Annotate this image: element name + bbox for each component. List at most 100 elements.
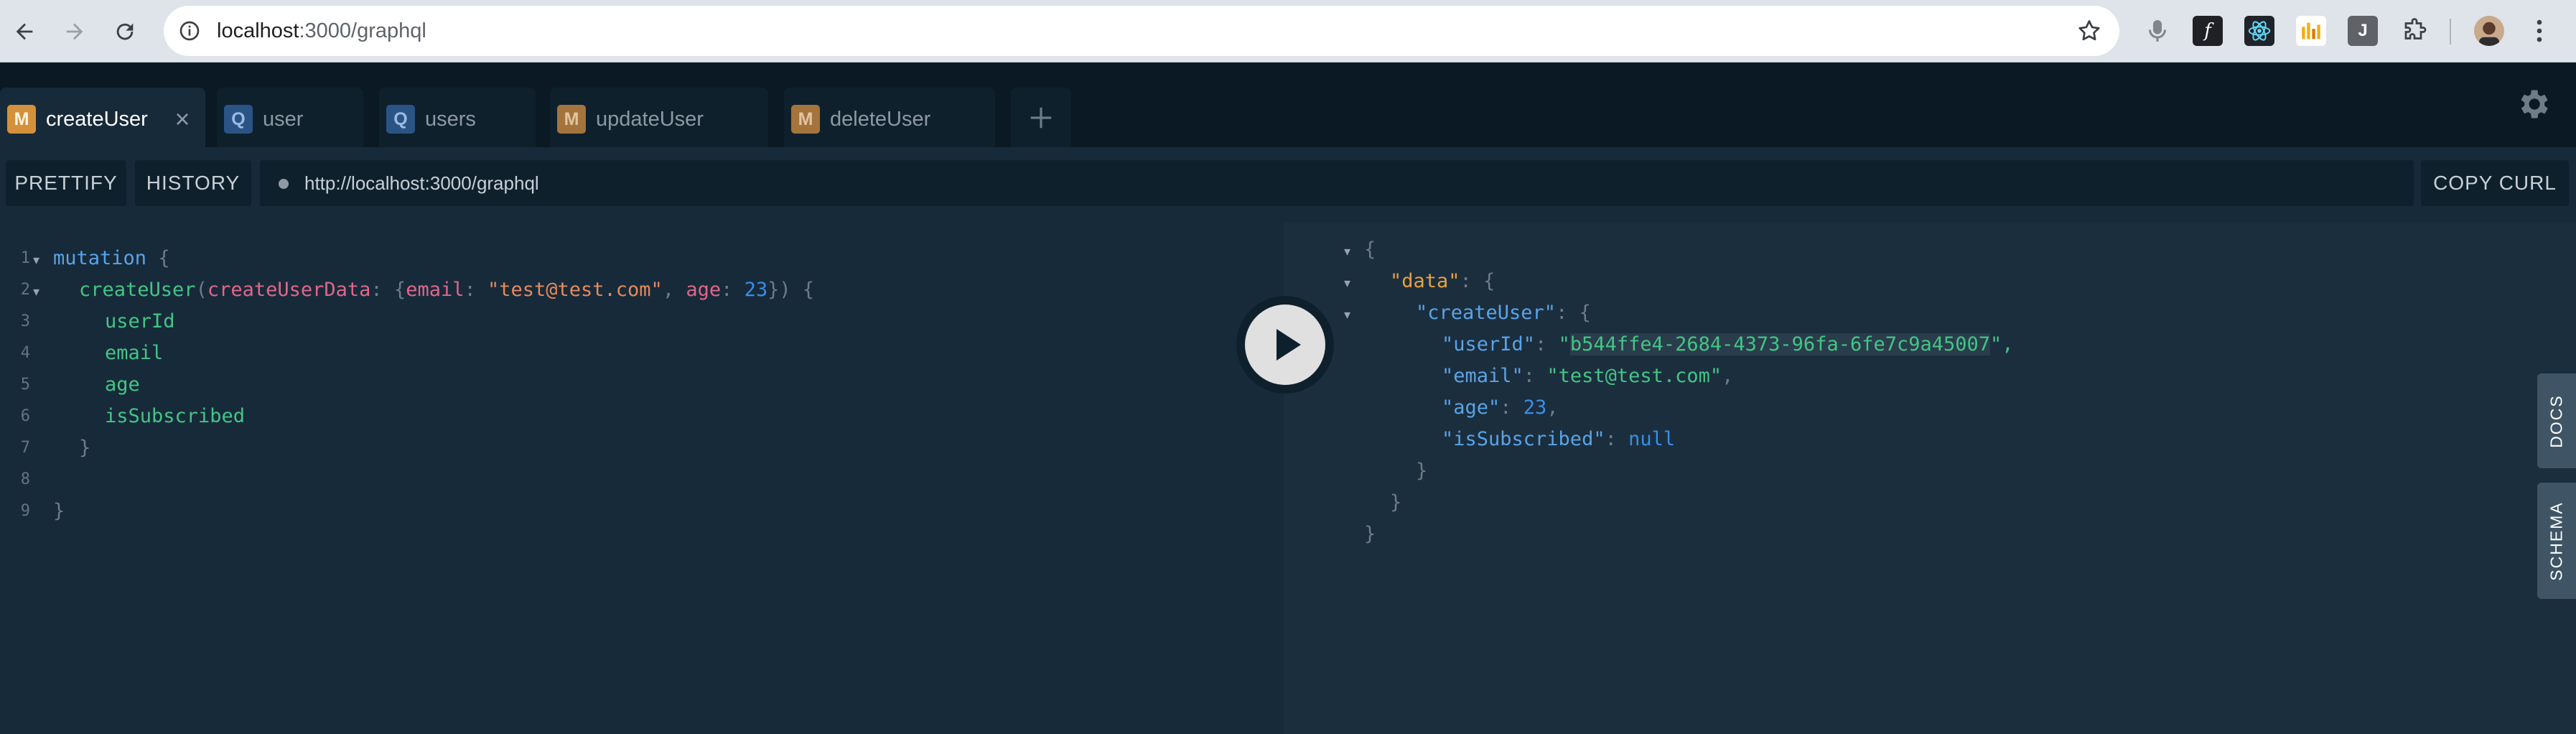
connection-status-dot	[279, 179, 289, 189]
schema-tab[interactable]: SCHEMA	[2537, 483, 2576, 599]
json-key-email: "email"	[1442, 365, 1523, 387]
json-value-userId: b544ffe4-2684-4373-96fa-6fe7c9a45007	[1569, 333, 1991, 356]
history-button[interactable]: HISTORY	[135, 160, 251, 206]
tab-updateUser[interactable]: M updateUser	[550, 88, 768, 147]
json-line-userId: "userId": "b544ffe4-2684-4373-96fa-6fe7c…	[1442, 329, 2014, 361]
toolbar-divider	[2450, 19, 2451, 45]
json-value-email: "test@test.com"	[1546, 365, 1722, 387]
prettify-button[interactable]: PRETTIFY	[6, 160, 126, 206]
result-viewer[interactable]: ▾ ▾ ▾ { "data": { "createUser": { "userI…	[1284, 223, 2576, 734]
tab-label: deleteUser	[830, 108, 931, 131]
tab-label: users	[425, 108, 476, 131]
close-icon[interactable]: ×	[168, 105, 197, 134]
json-key-data: "data"	[1390, 270, 1460, 292]
tab-users[interactable]: Q users	[379, 88, 536, 147]
query-editor[interactable]: 1 2 3 4 5 6 7 8 9 ▾ ▾ mutation { createU…	[0, 223, 1284, 734]
menu-icon[interactable]	[2524, 16, 2554, 46]
code-line-2: createUser(createUserData: {email: "test…	[79, 274, 814, 306]
json-quote: ",	[1990, 333, 2014, 356]
tab-label: createUser	[46, 108, 148, 131]
json-quote: "	[1558, 333, 1570, 356]
plus-icon	[1030, 107, 1052, 128]
json-key-age: "age"	[1442, 396, 1501, 419]
mutation-badge: M	[7, 105, 36, 134]
play-icon	[1277, 329, 1301, 361]
line-number: 6	[20, 407, 30, 425]
site-info-icon[interactable]	[178, 19, 201, 42]
microphone-icon[interactable]	[2142, 16, 2173, 46]
url-host: localhost	[217, 19, 299, 42]
punctuation: : {	[370, 279, 406, 301]
punctuation: ,	[662, 279, 686, 301]
punctuation: : {	[1556, 302, 1591, 324]
settings-gear-icon[interactable]	[2514, 85, 2552, 123]
execute-button-face[interactable]	[1245, 305, 1325, 385]
schema-tab-label: SCHEMA	[2547, 501, 2566, 581]
tab-deleteUser[interactable]: M deleteUser	[784, 88, 995, 147]
punctuation: : {	[1460, 270, 1495, 292]
browser-toolbar: localhost:3000/graphql f J	[0, 0, 2576, 62]
forward-arrow-icon	[66, 23, 83, 40]
punctuation: :	[1605, 428, 1629, 450]
reload-icon	[116, 23, 134, 40]
json-line-createUser: "createUser": {	[1416, 297, 1591, 329]
docs-tab[interactable]: DOCS	[2537, 373, 2576, 468]
graphql-playground: M createUser × Q user Q users M updateUs…	[0, 62, 2576, 734]
punctuation: ,	[1546, 396, 1559, 419]
punctuation: ,	[1722, 365, 1734, 387]
tab-createUser[interactable]: M createUser ×	[0, 88, 205, 147]
json-line-email: "email": "test@test.com",	[1442, 361, 1733, 392]
line-number: 1	[20, 249, 30, 267]
mutation-badge: M	[557, 105, 586, 134]
execute-query-button[interactable]	[1236, 296, 1334, 394]
line-number: 3	[20, 312, 30, 330]
json-value-isSubscribed: null	[1628, 428, 1676, 450]
mutation-name: createUser	[79, 279, 196, 301]
url-text[interactable]: localhost:3000/graphql	[217, 6, 426, 56]
tab-label: user	[263, 108, 304, 131]
forward-button[interactable]	[56, 13, 93, 50]
fold-arrow-icon[interactable]: ▾	[33, 276, 39, 307]
json-open-brace: {	[1364, 238, 1376, 261]
punctuation: :	[464, 279, 487, 301]
json-key-createUser: "createUser"	[1416, 302, 1557, 324]
profile-avatar[interactable]	[2474, 16, 2504, 46]
closing-brace: }	[53, 500, 65, 522]
line-number: 5	[20, 376, 30, 394]
tab-user[interactable]: Q user	[217, 88, 363, 147]
endpoint-input[interactable]: http://localhost:3000/graphql	[260, 160, 2414, 206]
function-extension-icon[interactable]: f	[2193, 16, 2223, 46]
puzzle-icon[interactable]	[2399, 16, 2430, 46]
line-number: 4	[20, 344, 30, 362]
tab-label: updateUser	[596, 108, 704, 131]
line-number: 7	[20, 439, 30, 457]
chart-extension-icon[interactable]	[2296, 16, 2326, 46]
url-path: :3000/graphql	[299, 19, 426, 42]
fold-arrow-icon[interactable]: ▾	[1344, 299, 1350, 330]
react-devtools-icon[interactable]	[2244, 16, 2274, 46]
back-arrow-icon	[16, 23, 33, 40]
punctuation: (	[195, 279, 207, 301]
code-line-1: mutation {	[53, 243, 170, 274]
endpoint-url: http://localhost:3000/graphql	[304, 172, 539, 194]
punctuation: :	[1500, 396, 1523, 419]
copy-curl-button[interactable]: COPY CURL	[2421, 160, 2569, 206]
fold-arrow-icon[interactable]: ▾	[1344, 267, 1350, 299]
field-userId: userId	[105, 310, 175, 333]
bookmark-star-icon[interactable]	[2076, 18, 2102, 44]
json-key-isSubscribed: "isSubscribed"	[1442, 428, 1605, 450]
field-age: age	[105, 373, 140, 396]
back-button[interactable]	[6, 13, 43, 50]
json-close-brace: }	[1416, 460, 1428, 482]
punctuation: :	[1523, 365, 1547, 387]
json-close-brace: }	[1390, 491, 1402, 514]
fold-arrow-icon[interactable]: ▾	[1344, 236, 1350, 267]
fold-arrow-icon[interactable]: ▾	[33, 244, 39, 276]
address-bar[interactable]: localhost:3000/graphql	[164, 6, 2119, 56]
j-extension-icon[interactable]: J	[2348, 16, 2378, 46]
reload-button[interactable]	[106, 13, 144, 50]
punctuation: :	[1535, 333, 1559, 356]
punctuation: :	[721, 279, 745, 301]
add-tab-button[interactable]	[1011, 88, 1071, 147]
closing-brace: }	[79, 437, 91, 459]
